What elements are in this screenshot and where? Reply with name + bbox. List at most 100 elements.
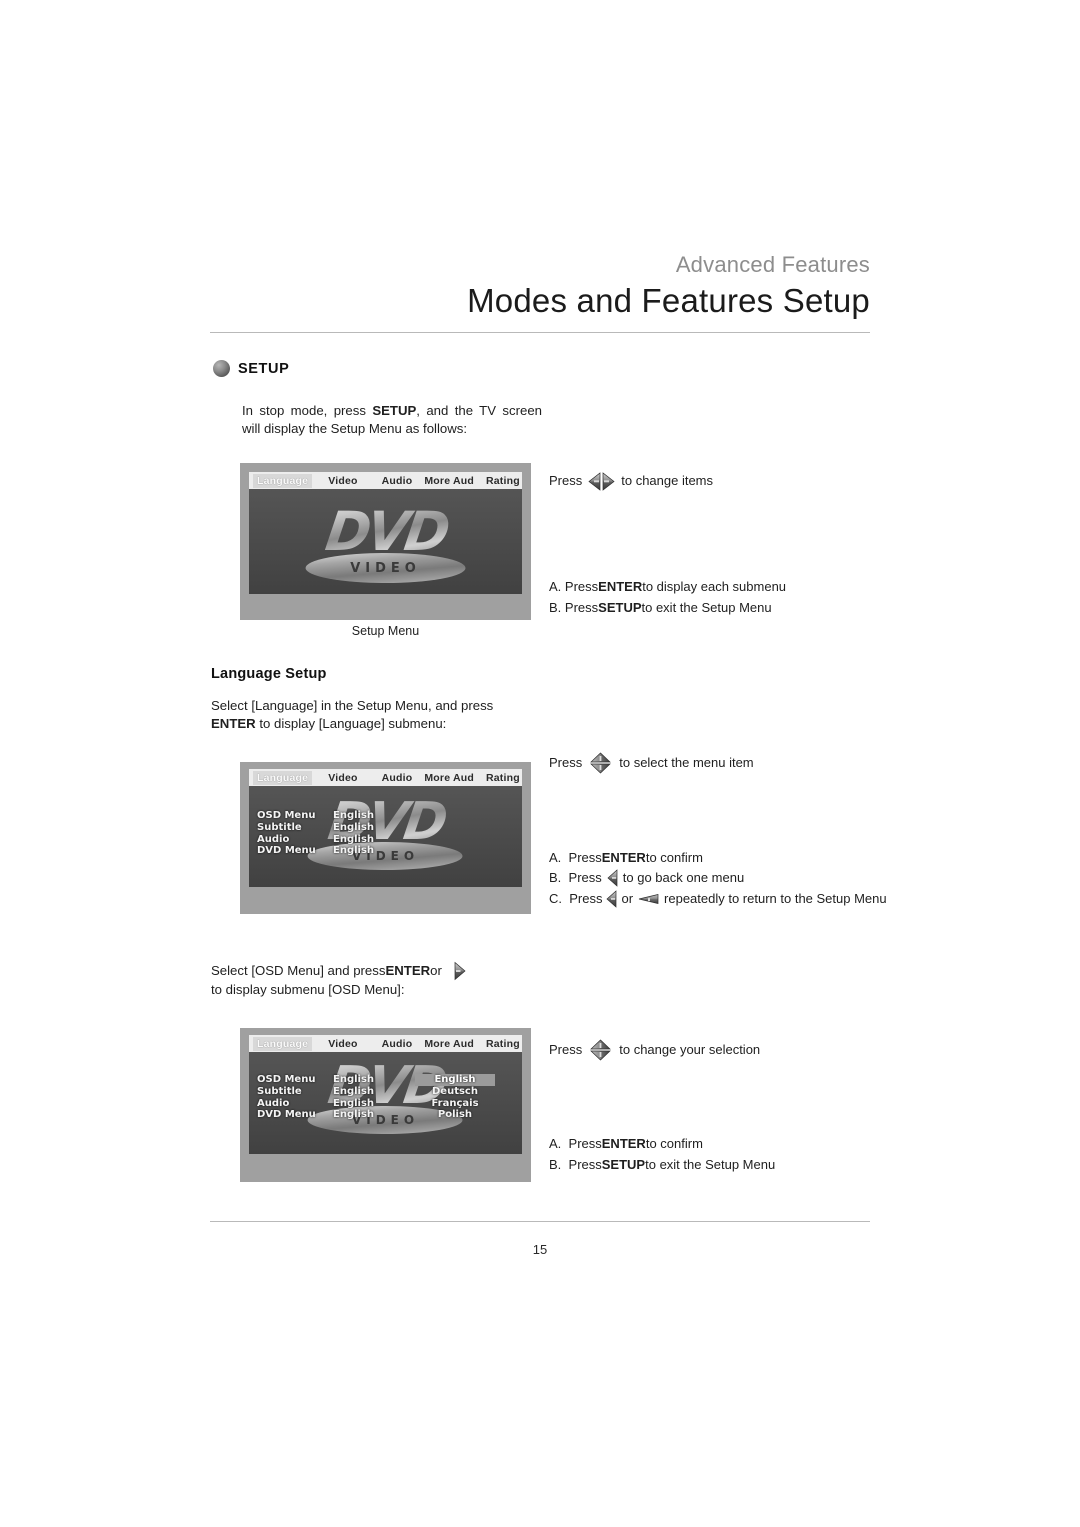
list-item[interactable]: Audio English (257, 834, 415, 846)
header-divider (210, 332, 870, 333)
setting-label-subtitle: Subtitle (257, 821, 302, 833)
callout1-item-b-bold: SETUP (598, 600, 642, 615)
intro-prefix: In stop mode, press (242, 403, 373, 418)
osd-screen-background: DVD VIDEO OSD Menu English English Subti… (249, 1052, 522, 1154)
callout1-item-a-bold: ENTER (598, 579, 643, 594)
arrow-down-icon[interactable] (590, 1050, 612, 1061)
arrow-right-icon[interactable] (454, 961, 466, 981)
arrow-up-icon[interactable] (590, 752, 612, 763)
osd-para-prefix: Select [OSD Menu] and press (211, 963, 386, 979)
arrow-key-pair-horizontal (588, 471, 615, 491)
callout2-item-b-suffix: to go back one menu (622, 870, 745, 885)
arrow-down-icon[interactable] (590, 763, 612, 774)
callout-change-selection-text: to change your selection (619, 1042, 761, 1057)
callout2-item-a-suffix: to confirm (645, 850, 703, 865)
menubar-item-audio[interactable]: Audio (382, 1038, 413, 1050)
arrow-left-wide-icon[interactable] (638, 893, 659, 905)
menubar-item-language[interactable]: Language (253, 1036, 313, 1051)
callout1-item-a-suffix: to display each submenu (642, 579, 787, 594)
sphere-bullet-icon (213, 360, 230, 377)
menubar-item-language[interactable]: Language (253, 473, 313, 488)
osd-para-suffix: to display submenu [OSD Menu]: (211, 982, 405, 997)
menubar-item-video[interactable]: Video (328, 772, 357, 784)
setting-label-subtitle: Subtitle (257, 1085, 302, 1097)
language-setup-paragraph: Select [Language] in the Setup Menu, and… (211, 697, 536, 732)
menubar-item-video[interactable]: Video (328, 475, 357, 487)
arrow-left-icon[interactable] (606, 890, 617, 908)
callout-press-label: Press (549, 755, 583, 770)
setup-heading-label: SETUP (238, 360, 290, 377)
menubar-item-rating[interactable]: Rating (486, 1038, 520, 1050)
language-option-english[interactable]: English (415, 1074, 495, 1086)
arrow-left-icon[interactable] (588, 471, 601, 491)
tv-screen-area: Language Video Audio More Aud Rating DVD… (249, 1035, 522, 1154)
language-option-polish[interactable]: Polish (415, 1109, 495, 1121)
callout3-item-a-suffix: to confirm (645, 1136, 703, 1151)
menubar-item-more-aud[interactable]: More Aud (424, 475, 474, 487)
arrow-right-icon[interactable] (602, 471, 615, 491)
arrow-left-icon[interactable] (607, 869, 618, 887)
callout3-item-b: B. Press SETUP to exit the Setup Menu (549, 1155, 775, 1175)
menubar-item-more-aud[interactable]: More Aud (424, 772, 474, 784)
tv-screen-area: Language Video Audio More Aud Rating DVD… (249, 472, 522, 594)
callout2-item-c: C. Press or repeatedly to return to the … (549, 889, 887, 909)
callout-press-label: Press (549, 1042, 583, 1057)
setup-heading: SETUP (213, 360, 289, 377)
table-row[interactable]: OSD Menu English English (257, 1074, 495, 1086)
lang-para-prefix: Select [Language] in the Setup Menu, and… (211, 698, 494, 713)
menubar-item-rating[interactable]: Rating (486, 772, 520, 784)
setting-value-osd-menu: English (333, 1074, 375, 1085)
setting-label-audio: Audio (257, 1097, 290, 1109)
callout2-item-a: A. Press ENTER to confirm (549, 848, 703, 868)
list-item[interactable]: Subtitle English (257, 822, 415, 834)
menubar-item-more-aud[interactable]: More Aud (424, 1038, 474, 1050)
callout1-item-a: A. Press ENTER to display each submenu (549, 577, 786, 597)
callout2-item-a-bold: ENTER (601, 850, 646, 865)
table-row[interactable]: Audio English Français (257, 1098, 495, 1110)
setting-value-osd-menu: English (333, 810, 375, 821)
menubar-item-audio[interactable]: Audio (382, 475, 413, 487)
document-page: Advanced Features Modes and Features Set… (0, 0, 1080, 1527)
callout2-item-c-suffix: repeatedly to return to the Setup Menu (664, 891, 887, 906)
table-row[interactable]: DVD Menu English Polish (257, 1109, 495, 1121)
osd-menubar: Language Video Audio More Aud Rating (249, 1035, 522, 1052)
setting-value-subtitle: English (333, 821, 375, 833)
setup-intro-paragraph: In stop mode, press SETUP, and the TV sc… (242, 402, 542, 437)
menubar-item-video[interactable]: Video (328, 1038, 357, 1050)
arrow-up-icon[interactable] (590, 1039, 612, 1050)
osd-menu-paragraph: Select [OSD Menu] and press ENTER or to … (211, 961, 541, 999)
setting-value-dvd-menu: English (333, 845, 375, 857)
dvd-logo-oval: VIDEO (305, 553, 466, 583)
callout2-item-b-prefix: Press (568, 870, 602, 885)
language-option-francais[interactable]: Français (415, 1098, 495, 1110)
osd-para-mid: or (430, 963, 442, 979)
list-item[interactable]: OSD Menu English (257, 810, 415, 822)
callout2-item-c-marker: C. (549, 891, 562, 906)
language-option-deutsch[interactable]: Deutsch (415, 1086, 495, 1098)
callout-press-label: Press (549, 473, 583, 488)
figure-language-submenu: Language Video Audio More Aud Rating DVD… (240, 762, 531, 914)
callout3-item-a: A. Press ENTER to confirm (549, 1134, 703, 1154)
osd-screen-background: DVD VIDEO (249, 489, 522, 594)
callout1-item-a-prefix: Press (564, 579, 599, 594)
list-item[interactable]: DVD Menu English (257, 845, 415, 857)
page-title: Modes and Features Setup (467, 282, 870, 320)
intro-bold-setup: SETUP (372, 403, 417, 418)
lang-para-bold: ENTER (211, 715, 256, 731)
menubar-item-audio[interactable]: Audio (382, 772, 413, 784)
callout-change-items: Press to change items (549, 471, 713, 491)
callout2-item-c-mid: or (621, 891, 634, 906)
page-number: 15 (532, 1242, 548, 1257)
footer-divider (210, 1221, 870, 1222)
setting-label-dvd-menu: DVD Menu (257, 845, 316, 857)
language-setup-heading: Language Setup (211, 666, 327, 682)
table-row[interactable]: Subtitle English Deutsch (257, 1086, 495, 1098)
setting-value-audio: English (333, 833, 375, 845)
menubar-item-rating[interactable]: Rating (486, 475, 520, 487)
menubar-item-language[interactable]: Language (253, 770, 313, 785)
callout2-item-a-marker: A. (549, 850, 562, 865)
callout2-item-b-marker: B. (549, 870, 562, 885)
callout1-item-b-marker: B. (549, 600, 562, 615)
callout3-item-a-prefix: Press (568, 1136, 602, 1151)
callout1-item-b-prefix: Press (564, 600, 599, 615)
